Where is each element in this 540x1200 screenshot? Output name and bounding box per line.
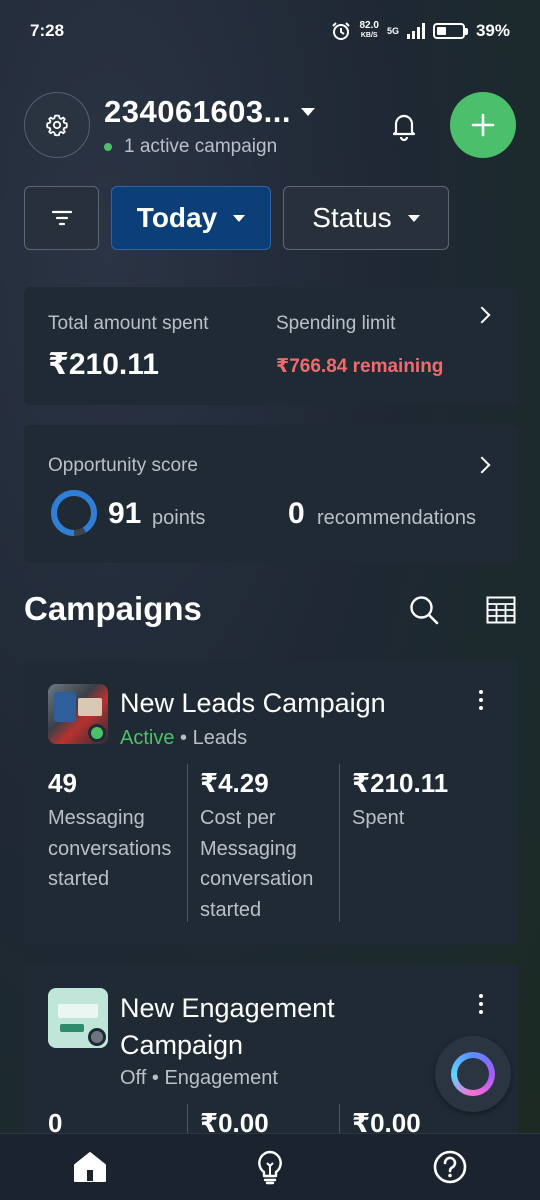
- campaign-status: Off: [120, 1067, 147, 1089]
- campaign-objective: Leads: [192, 727, 248, 749]
- bottom-navigation: [0, 1133, 540, 1200]
- net-speed: 82.0 KB/S: [359, 21, 378, 41]
- metric-label: Cost per Messaging conversation started: [200, 807, 314, 921]
- date-range-label: Today: [136, 202, 218, 233]
- settings-button[interactable]: [24, 92, 90, 158]
- filter-button[interactable]: [24, 186, 99, 250]
- active-campaign-text: 1 active campaign: [124, 136, 278, 157]
- campaign-subtitle: Active • Leads: [120, 727, 247, 750]
- metric-label: Spent: [352, 807, 405, 829]
- account-selector[interactable]: 234061603...: [104, 94, 316, 130]
- home-icon: [74, 1152, 106, 1182]
- total-spent-label: Total amount spent: [48, 313, 209, 334]
- metric-conversations: 49 Messaging conversations started: [48, 768, 200, 895]
- lightbulb-icon: [258, 1150, 282, 1185]
- filter-icon: [51, 210, 72, 226]
- search-icon[interactable]: [408, 594, 440, 626]
- chevron-down-icon: [301, 108, 316, 116]
- net-speed-value: 82.0: [359, 20, 379, 31]
- active-campaign-status: 1 active campaign: [104, 136, 277, 158]
- assistant-ring-icon: [451, 1052, 495, 1096]
- metric-divider: [187, 764, 188, 922]
- active-status-dot: [88, 724, 106, 742]
- help-icon: [433, 1150, 467, 1184]
- ai-assistant-button[interactable]: [435, 1036, 511, 1112]
- score-value: 91: [108, 497, 142, 530]
- battery-icon: [432, 23, 468, 39]
- active-dot-icon: [104, 143, 112, 151]
- net-speed-unit: KB/S: [360, 32, 378, 39]
- spending-remaining: ₹766.84 remaining: [276, 356, 444, 377]
- signal-icon: [406, 23, 425, 39]
- create-campaign-button[interactable]: [450, 92, 516, 158]
- filter-bar: Today Status: [24, 186, 449, 250]
- status-icons: 82.0 KB/S 5G 39%: [331, 21, 510, 41]
- table-view-icon[interactable]: [486, 596, 516, 624]
- chevron-right-icon: [473, 456, 491, 474]
- account-name: 234061603...: [104, 94, 292, 129]
- total-spent-value: ₹210.11: [48, 348, 159, 381]
- metric-value: 49: [48, 768, 77, 798]
- campaign-name: New Engagement Campaign: [120, 993, 335, 1060]
- notifications-button[interactable]: [384, 106, 424, 146]
- campaign-name: New Leads Campaign: [120, 688, 386, 718]
- status-label: Status: [312, 202, 392, 233]
- campaigns-heading: Campaigns: [24, 590, 202, 627]
- campaign-subtitle: Off • Engagement: [120, 1067, 278, 1090]
- status-bar: 7:28 82.0 KB/S 5G 39%: [0, 0, 540, 62]
- bell-icon: [392, 114, 416, 142]
- campaign-status: Active: [120, 727, 175, 749]
- score-gauge-icon: [51, 490, 97, 536]
- nav-help[interactable]: [420, 1137, 480, 1197]
- battery-percent: 39%: [475, 21, 510, 40]
- metric-label: Messaging conversations started: [48, 807, 172, 890]
- more-options-icon[interactable]: [479, 690, 484, 710]
- header: 234061603... 1 active campaign: [24, 92, 518, 158]
- chevron-down-icon: [407, 214, 420, 222]
- date-range-dropdown[interactable]: Today: [111, 186, 271, 250]
- nav-recommendations[interactable]: [240, 1137, 300, 1197]
- metric-spent: ₹210.11 Spent: [352, 768, 492, 834]
- metric-value: ₹210.11: [352, 768, 449, 798]
- spend-summary-card[interactable]: Total amount spent ₹210.11 Spending limi…: [24, 287, 518, 405]
- score-points-label: points: [152, 507, 206, 529]
- recommendations-count: 0: [288, 497, 305, 530]
- status-time: 7:28: [30, 21, 65, 40]
- off-status-dot: [88, 1028, 106, 1046]
- chevron-down-icon: [233, 214, 246, 222]
- chevron-right-icon: [473, 306, 491, 324]
- more-options-icon[interactable]: [479, 994, 484, 1014]
- alarm-icon: [332, 22, 351, 40]
- campaign-separator: •: [180, 727, 188, 749]
- spending-limit-label: Spending limit: [276, 313, 396, 334]
- campaign-card[interactable]: New Leads Campaign Active • Leads 49 Mes…: [24, 660, 518, 945]
- recommendations-label: recommendations: [317, 507, 476, 529]
- metric-divider: [339, 764, 340, 922]
- opportunity-score-label: Opportunity score: [48, 455, 198, 476]
- metric-value: ₹4.29: [200, 768, 269, 798]
- plus-icon: [471, 113, 495, 137]
- nav-home[interactable]: [60, 1137, 120, 1197]
- network-type: 5G: [386, 26, 399, 36]
- status-dropdown[interactable]: Status: [283, 186, 449, 250]
- opportunity-score-card[interactable]: Opportunity score 91 points 0 recommenda…: [24, 425, 518, 563]
- metric-cost-per-conversation: ₹4.29 Cost per Messaging conversation st…: [200, 768, 350, 925]
- gear-icon: [46, 114, 68, 137]
- campaign-separator: •: [151, 1067, 159, 1089]
- campaign-objective: Engagement: [164, 1067, 278, 1089]
